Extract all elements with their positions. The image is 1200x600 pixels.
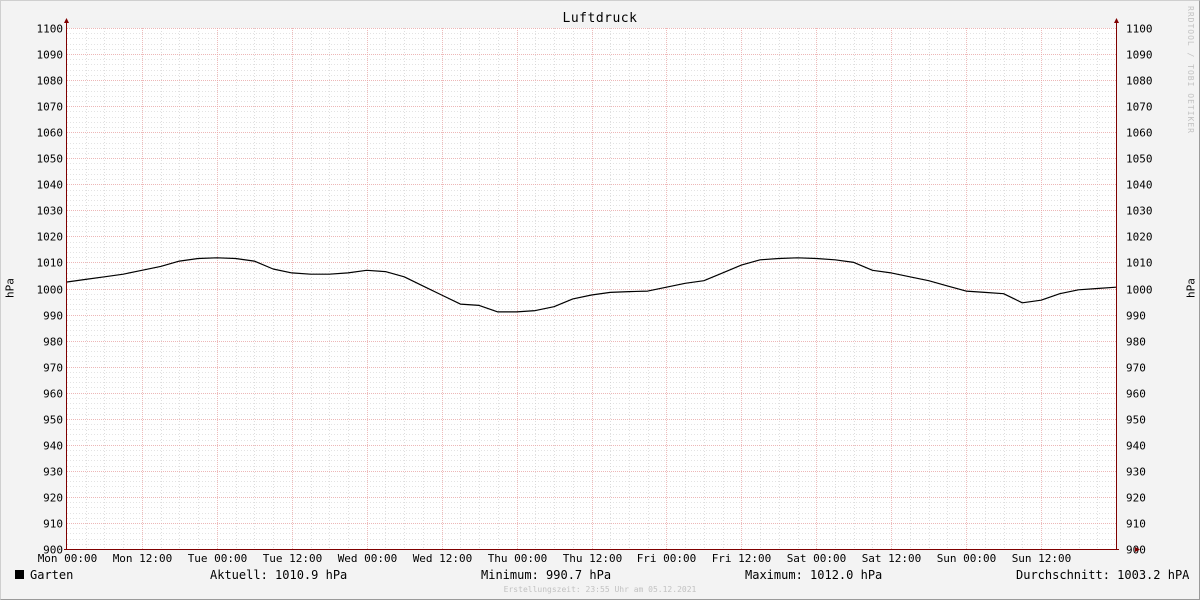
y-tick-label-right: 970: [1126, 362, 1146, 375]
y-tick-label-right: 940: [1126, 440, 1146, 453]
legend: Garten Aktuell: 1010.9 hPa Minimum: 990.…: [0, 568, 1200, 584]
y-axis-label-left: hPa: [3, 278, 17, 298]
y-tick-label-right: 950: [1126, 414, 1146, 427]
y-tick-label-left: 940: [43, 440, 63, 453]
y-tick-label-right: 1020: [1126, 231, 1153, 244]
legend-series-name: Garten: [30, 568, 74, 582]
legend-maximum: Maximum: 1012.0 hPa: [745, 568, 883, 582]
y-tick-label-left: 990: [43, 310, 63, 323]
y-tick-label-left: 1020: [37, 231, 64, 244]
y-tick-label-right: 1030: [1126, 205, 1153, 218]
y-tick-label-left: 1010: [37, 257, 64, 270]
y-tick-label-right: 920: [1126, 492, 1146, 505]
y-tick-label-left: 1030: [37, 205, 64, 218]
y-tick-label-right: 1050: [1126, 153, 1153, 166]
x-tick-label: Fri 00:00: [637, 552, 697, 565]
y-tick-label-right: 980: [1126, 336, 1146, 349]
y-tick-label-right: 1040: [1126, 179, 1153, 192]
y-tick-label-left: 980: [43, 336, 63, 349]
y-tick-label-right: 930: [1126, 466, 1146, 479]
x-tick-label: Sun 12:00: [1012, 552, 1072, 565]
y-tick-label-right: 1080: [1126, 75, 1153, 88]
y-tick-label-left: 1000: [37, 284, 64, 297]
y-tick-label-right: 1070: [1126, 101, 1153, 114]
chart-title: Luftdruck: [562, 11, 638, 26]
x-tick-label: Sun 00:00: [937, 552, 997, 565]
y-tick-label-left: 1040: [37, 179, 64, 192]
pressure-chart: 9009009109109209209309309409409509509609…: [37, 18, 1153, 565]
x-tick-label: Mon 12:00: [113, 552, 173, 565]
x-tick-label: Thu 00:00: [488, 552, 548, 565]
y-tick-label-right: 910: [1126, 518, 1146, 531]
y-tick-label-left: 970: [43, 362, 63, 375]
y-axis-label-right: hPa: [1184, 278, 1198, 298]
x-tick-label: Tue 12:00: [263, 552, 323, 565]
x-tick-label: Sat 00:00: [787, 552, 847, 565]
legend-minimum: Minimum: 990.7 hPa: [481, 568, 612, 582]
y-tick-label-left: 1060: [37, 127, 64, 140]
y-tick-label-left: 1050: [37, 153, 64, 166]
y-tick-label-left: 1080: [37, 75, 64, 88]
y-tick-label-left: 920: [43, 492, 63, 505]
y-tick-label-right: 1060: [1126, 127, 1153, 140]
y-tick-label-left: 930: [43, 466, 63, 479]
y-tick-label-right: 1000: [1126, 284, 1153, 297]
y-tick-label-right: 960: [1126, 388, 1146, 401]
x-tick-label: Tue 00:00: [188, 552, 248, 565]
y-tick-label-left: 1090: [37, 49, 64, 62]
x-tick-label: Thu 12:00: [563, 552, 623, 565]
y-tick-label-right: 990: [1126, 310, 1146, 323]
y-tick-label-left: 960: [43, 388, 63, 401]
y-tick-label-right: 1090: [1126, 49, 1153, 62]
x-tick-label: Wed 12:00: [413, 552, 473, 565]
legend-current: Aktuell: 1010.9 hPa: [210, 568, 348, 582]
x-tick-label: Sat 12:00: [862, 552, 922, 565]
creation-timestamp: Erstellungszeit: 23:55 Uhr am 05.12.2021: [503, 585, 697, 594]
x-tick-label: Fri 12:00: [712, 552, 772, 565]
legend-average: Durchschnitt: 1003.2 hPA: [1016, 568, 1190, 582]
y-tick-label-left: 910: [43, 518, 63, 531]
y-tick-label-left: 950: [43, 414, 63, 427]
x-tick-label: Mon 00:00: [38, 552, 98, 565]
x-tick-label: Wed 00:00: [338, 552, 398, 565]
y-tick-label-right: 1010: [1126, 257, 1153, 270]
watermark: RRDTOOL / TOBI OETIKER: [1186, 6, 1195, 134]
y-tick-label-left: 1070: [37, 101, 64, 114]
